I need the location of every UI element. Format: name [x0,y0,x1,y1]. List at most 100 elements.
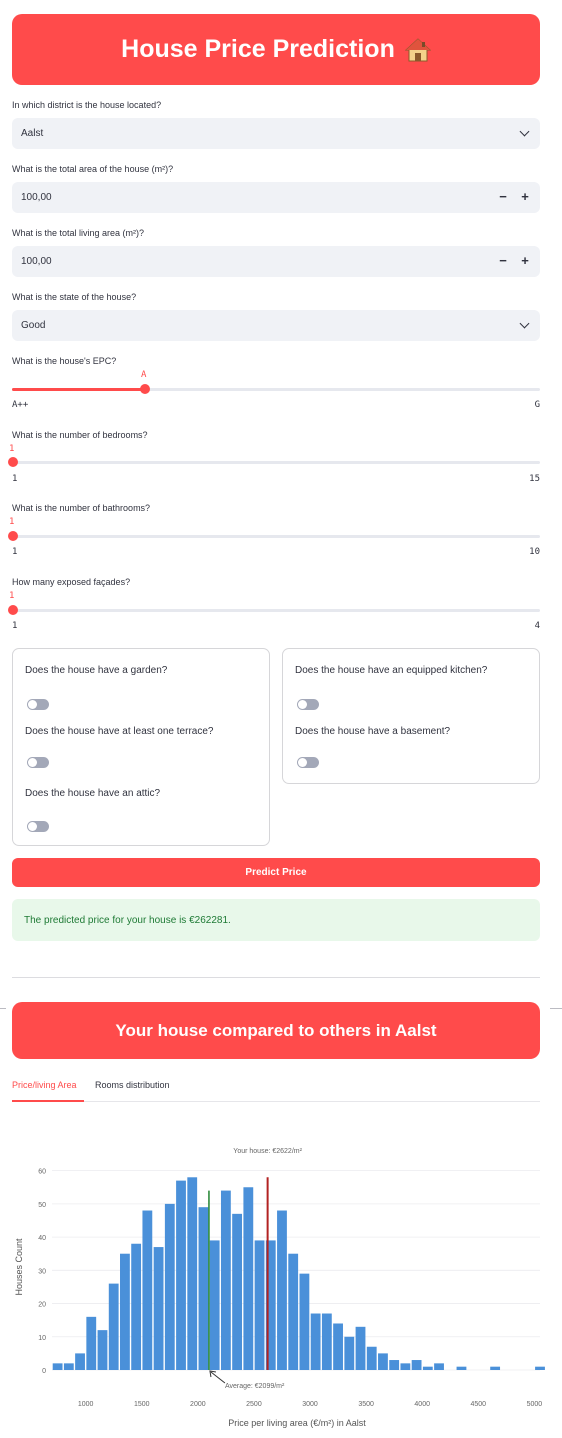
chart-x-tick-label: 3000 [302,1401,318,1408]
bathrooms-min-label: 1 [12,547,18,557]
features-card-left: Does the house have a garden? Does the h… [12,648,270,846]
chart-bar [108,1283,119,1370]
chart-bar [344,1336,355,1370]
tab-rooms-distribution[interactable]: Rooms distribution [95,1080,170,1090]
bathrooms-slider-value: 1 [9,517,15,527]
price-histogram-chart: Your house: €2622/m² Average: €2099/m² 0 1… [14,1148,545,1428]
chart-x-tick-label: 1000 [78,1401,94,1408]
chart-x-tick-label: 2500 [246,1401,262,1408]
attic-question: Does the house have an attic? [25,788,161,799]
facades-slider[interactable] [8,605,540,615]
chart-y-tick-label: 30 [38,1268,46,1275]
facades-slider-thumb[interactable] [8,605,18,615]
chart-y-tick-label: 50 [38,1202,46,1209]
chart-bar [288,1253,299,1370]
state-select[interactable]: Good [12,310,540,341]
chart-x-tick-label: 3500 [358,1401,374,1408]
chart-bar [209,1240,220,1370]
predict-price-button[interactable]: Predict Price [12,858,540,887]
chart-bar [220,1190,231,1370]
chart-bar [400,1363,411,1370]
chart-bar [434,1363,444,1370]
chevron-down-icon [519,318,530,329]
facades-label: How many exposed façades? [12,577,131,587]
living-area-decrement-button[interactable]: − [496,253,510,269]
terrace-toggle[interactable] [27,757,49,768]
bathrooms-slider[interactable] [8,531,540,541]
attic-toggle[interactable] [27,821,49,832]
epc-slider-thumb[interactable] [140,384,150,394]
epc-min-label: A++ [12,400,29,410]
chart-x-tick-label: 1500 [134,1401,150,1408]
total-area-label: What is the total area of the house (m²)… [12,164,174,174]
total-area-input[interactable]: 100,00 − + [12,182,540,213]
epc-max-label: G [534,400,540,410]
divider-edge-left [0,1008,6,1009]
kitchen-question: Does the house have an equipped kitchen? [295,665,488,676]
chart-bar [75,1353,85,1370]
garden-toggle[interactable] [27,699,49,710]
chevron-down-icon [519,126,530,137]
chart-bar [490,1366,501,1370]
kitchen-toggle[interactable] [297,699,319,710]
page-title: House Price Prediction [121,35,395,63]
divider [12,977,540,978]
prediction-result-alert: The predicted price for your house is €2… [12,899,540,941]
chart-bar [63,1363,74,1370]
bedrooms-max-label: 15 [529,474,540,484]
bathrooms-label: What is the number of bathrooms? [12,503,151,513]
facades-slider-value: 1 [9,591,15,601]
average-label: Average: €2099/m² [225,1383,285,1390]
state-label: What is the state of the house? [12,292,137,302]
chart-x-tick-label: 5000 [527,1401,543,1408]
chart-bar [355,1326,366,1370]
average-arrow [210,1371,226,1384]
chart-tabs: Price/living Area Rooms distribution [12,1078,540,1102]
chart-y-tick-label: 10 [38,1335,46,1342]
chart-bar [277,1210,287,1370]
comparison-title: Your house compared to others in Aalst [115,1020,437,1040]
basement-question: Does the house have a basement? [295,726,451,737]
district-select[interactable]: Aalst [12,118,540,149]
chart-bar [142,1210,153,1370]
chart-bar [153,1247,164,1370]
garden-question: Does the house have a garden? [25,665,168,676]
living-area-value: 100,00 [21,256,52,267]
chart-y-tick-label: 0 [42,1368,46,1375]
chart-bar [535,1366,545,1370]
epc-slider[interactable] [12,384,540,394]
tab-price-living-area[interactable]: Price/living Area [12,1080,77,1090]
living-area-input[interactable]: 100,00 − + [12,246,540,277]
chart-bar [187,1177,198,1370]
chart-x-tick-label: 2000 [190,1401,206,1408]
bedrooms-min-label: 1 [12,474,18,484]
divider-edge-right [550,1008,562,1009]
house-icon [404,37,432,63]
chart-x-axis-label: Price per living area (€/m²) in Aalst [228,1418,366,1428]
chart-bar [232,1213,243,1370]
page-title-banner: House Price Prediction [12,14,540,85]
chart-bar [86,1316,97,1370]
total-area-increment-button[interactable]: + [518,189,532,205]
terrace-question: Does the house have at least one terrace… [25,726,214,737]
chart-bar [97,1330,108,1370]
bedrooms-slider[interactable] [8,457,540,467]
bathrooms-slider-thumb[interactable] [8,531,18,541]
epc-slider-value: A [141,370,147,380]
chart-y-tick-label: 20 [38,1302,46,1309]
total-area-value: 100,00 [21,192,52,203]
living-area-increment-button[interactable]: + [518,253,532,269]
total-area-decrement-button[interactable]: − [496,189,510,205]
chart-bar [131,1243,142,1370]
chart-bar [333,1323,343,1370]
chart-bar [299,1273,310,1370]
chart-bar [456,1366,467,1370]
basement-toggle[interactable] [297,757,319,768]
bedrooms-slider-value: 1 [9,444,15,454]
comparison-title-banner: Your house compared to others in Aalst [12,1002,540,1059]
bedrooms-slider-thumb[interactable] [8,457,18,467]
bathrooms-max-label: 10 [529,547,540,557]
chart-bar [378,1353,388,1370]
chart-bar [243,1187,254,1370]
epc-label: What is the house's EPC? [12,356,117,366]
